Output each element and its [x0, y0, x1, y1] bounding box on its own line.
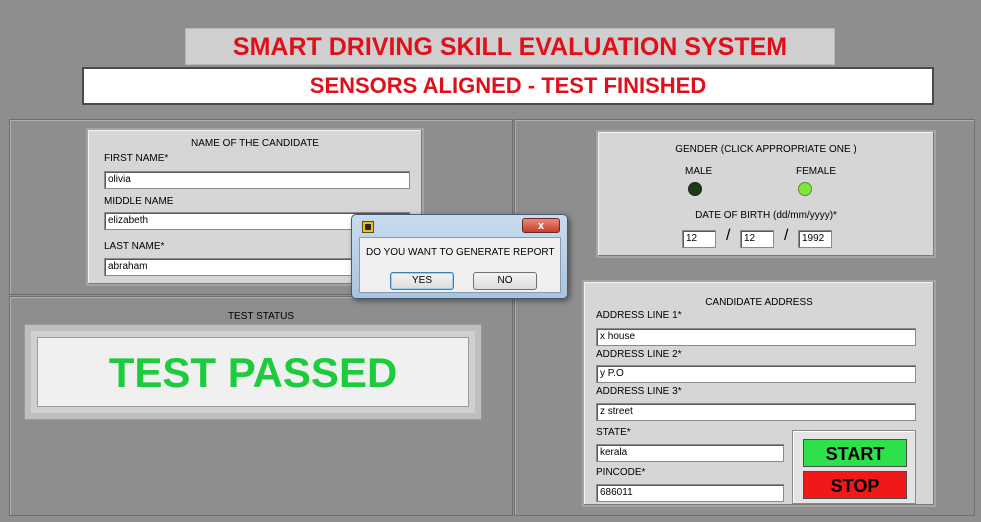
status-banner: SENSORS ALIGNED - TEST FINISHED — [82, 67, 934, 105]
gender-dob-panel: GENDER (CLICK APPROPRIATE ONE ) MALE FEM… — [596, 130, 936, 258]
yes-button[interactable]: YES — [390, 272, 454, 290]
dob-separator-1: / — [726, 227, 731, 244]
last-name-label: LAST NAME* — [104, 241, 165, 252]
dialog-message: DO YOU WANT TO GENERATE REPORT — [366, 247, 555, 258]
female-led[interactable] — [798, 182, 812, 196]
close-icon: x — [537, 220, 545, 232]
dob-label: DATE OF BIRTH (dd/mm/yyyy)* — [695, 210, 837, 221]
address-line1-label: ADDRESS LINE 1* — [596, 310, 682, 321]
test-result-display: TEST PASSED — [24, 324, 482, 420]
address-line3-label: ADDRESS LINE 3* — [596, 386, 682, 397]
candidate-name-heading: NAME OF THE CANDIDATE — [191, 138, 319, 149]
state-field[interactable]: kerala — [596, 444, 784, 462]
male-led[interactable] — [688, 182, 702, 196]
test-result-text: TEST PASSED — [108, 349, 398, 396]
pincode-label: PINCODE* — [596, 467, 646, 478]
address-line1-field[interactable]: x house — [596, 328, 916, 346]
address-line3-field[interactable]: z street — [596, 403, 916, 421]
no-button[interactable]: NO — [473, 272, 537, 290]
first-name-label: FIRST NAME* — [104, 153, 169, 164]
labview-icon — [362, 221, 374, 233]
gender-heading: GENDER (CLICK APPROPRIATE ONE ) — [675, 144, 857, 155]
middle-name-label: MIDDLE NAME — [104, 196, 174, 207]
female-label: FEMALE — [796, 166, 837, 177]
dialog-close-button[interactable]: x — [522, 218, 560, 233]
report-dialog: x DO YOU WANT TO GENERATE REPORT YES NO — [351, 214, 568, 299]
address-panel: CANDIDATE ADDRESS ADDRESS LINE 1* x hous… — [582, 280, 936, 507]
state-label: STATE* — [596, 427, 631, 438]
dob-year-field[interactable]: 1992 — [798, 230, 832, 248]
stop-button[interactable]: STOP — [803, 471, 907, 499]
test-result-inner: TEST PASSED — [37, 337, 469, 407]
app-title-box: SMART DRIVING SKILL EVALUATION SYSTEM — [185, 28, 835, 65]
status-text: SENSORS ALIGNED - TEST FINISHED — [309, 73, 707, 98]
address-line2-label: ADDRESS LINE 2* — [596, 349, 682, 360]
start-button[interactable]: START — [803, 439, 907, 467]
first-name-field[interactable]: olivia — [104, 171, 410, 189]
pincode-field[interactable]: 686011 — [596, 484, 784, 502]
address-heading: CANDIDATE ADDRESS — [705, 297, 813, 308]
male-label: MALE — [685, 166, 713, 177]
address-line2-field[interactable]: y P.O — [596, 365, 916, 383]
app-title: SMART DRIVING SKILL EVALUATION SYSTEM — [232, 33, 788, 61]
dob-separator-2: / — [784, 227, 789, 244]
control-buttons-frame: START STOP — [792, 430, 916, 504]
dob-month-field[interactable]: 12 — [740, 230, 774, 248]
test-status-heading: TEST STATUS — [227, 311, 295, 322]
dialog-body: DO YOU WANT TO GENERATE REPORT YES NO — [359, 237, 561, 293]
dob-day-field[interactable]: 12 — [682, 230, 716, 248]
